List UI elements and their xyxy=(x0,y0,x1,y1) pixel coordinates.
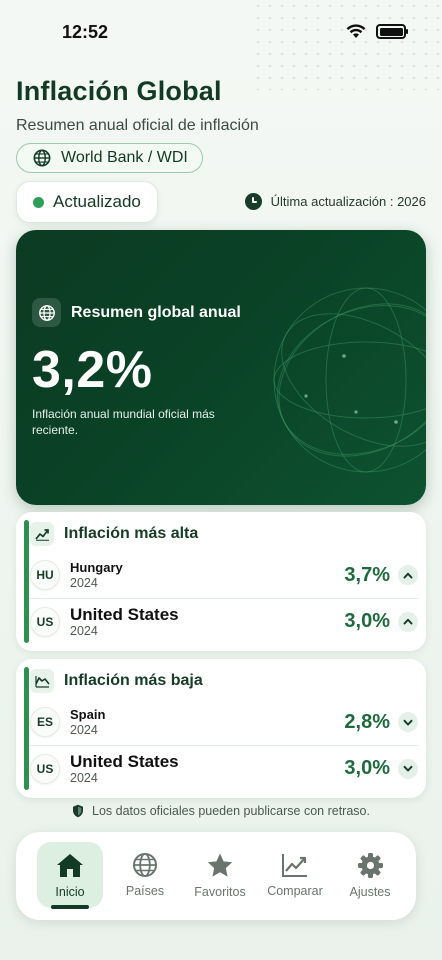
tab-label: Comparar xyxy=(267,884,323,898)
gear-icon xyxy=(357,852,383,878)
globe-icon xyxy=(32,298,61,327)
source-label: World Bank / WDI xyxy=(61,149,188,166)
chevron-up-icon xyxy=(398,611,418,632)
tab-label: Favoritos xyxy=(194,884,246,899)
highest-inflation-card[interactable]: Inflación más alta HU Hungary 2024 3,7% … xyxy=(16,512,426,651)
battery-icon xyxy=(376,24,408,39)
country-code-badge: HU xyxy=(30,560,60,590)
country-code-badge: ES xyxy=(30,707,60,737)
inflation-value: 3,0% xyxy=(344,757,390,779)
page-subtitle: Resumen anual oficial de inflación xyxy=(16,117,259,134)
hero-heading: Resumen global anual xyxy=(32,298,241,327)
country-name: Hungary xyxy=(70,560,123,575)
inflation-value: 3,0% xyxy=(344,610,390,632)
inflation-value: 3,7% xyxy=(344,563,390,586)
accent-bar xyxy=(24,667,29,790)
trending-up-icon xyxy=(30,522,54,546)
card-heading-label: Inflación más baja xyxy=(64,672,203,689)
accent-bar xyxy=(24,520,29,643)
tab-label: Inicio xyxy=(55,884,85,899)
hero-description: Inflación anual mundial oficial más reci… xyxy=(32,407,215,437)
tab-inicio[interactable]: Inicio xyxy=(37,842,103,909)
lowest-inflation-card[interactable]: Inflación más baja ES Spain 2024 2,8% US… xyxy=(16,659,426,798)
bottom-tab-bar: Inicio Países Favoritos Comparar Ajustes xyxy=(16,832,416,920)
card-heading: Inflación más alta xyxy=(30,522,198,546)
active-tab-indicator xyxy=(51,905,89,909)
source-pill[interactable]: World Bank / WDI xyxy=(16,143,203,173)
country-code-badge: US xyxy=(30,606,60,637)
country-name: United States xyxy=(70,752,179,771)
tab-favoritos[interactable]: Favoritos xyxy=(187,842,253,908)
globe-icon xyxy=(133,853,157,877)
list-item[interactable]: US United States 2024 3,0% xyxy=(30,598,418,644)
hero-heading-label: Resumen global anual xyxy=(71,303,241,321)
tab-paises[interactable]: Países xyxy=(112,842,178,908)
country-year: 2024 xyxy=(70,771,98,785)
chart-icon xyxy=(282,854,307,877)
global-summary-card[interactable]: Resumen global anual 3,2% Inflación anua… xyxy=(16,230,426,505)
last-update: Última actualización : 2026 xyxy=(244,193,426,210)
inflation-value: 2,8% xyxy=(344,710,390,733)
last-update-label: Última actualización : 2026 xyxy=(270,194,426,209)
status-time: 12:52 xyxy=(62,22,109,42)
tab-label: Ajustes xyxy=(349,884,391,899)
page-title: Inflación Global xyxy=(16,76,222,106)
clock-icon xyxy=(244,193,262,210)
list-item[interactable]: US United States 2024 3,0% xyxy=(30,745,418,791)
tab-ajustes[interactable]: Ajustes xyxy=(337,842,403,908)
tab-label: Países xyxy=(125,884,165,898)
country-name: Spain xyxy=(70,707,106,722)
area-chart-icon xyxy=(30,669,54,693)
status-label: Actualizado xyxy=(53,192,141,211)
status-bar: 12:52 xyxy=(0,0,442,60)
country-code-badge: US xyxy=(30,753,60,784)
globe-decoration xyxy=(273,287,426,473)
card-heading: Inflación más baja xyxy=(30,669,203,693)
chevron-up-icon xyxy=(398,565,418,585)
star-icon xyxy=(207,853,233,877)
country-year: 2024 xyxy=(70,624,98,638)
chevron-down-icon xyxy=(398,712,418,732)
global-inflation-value: 3,2% xyxy=(32,341,153,399)
wifi-icon xyxy=(346,24,366,38)
card-heading-label: Inflación más alta xyxy=(64,525,199,542)
status-badge: Actualizado xyxy=(16,181,158,223)
globe-icon xyxy=(33,149,51,167)
list-item[interactable]: HU Hungary 2024 3,7% xyxy=(30,552,418,598)
status-dot xyxy=(33,196,44,208)
data-delay-note: Los datos oficiales pueden publicarse co… xyxy=(0,804,442,818)
country-year: 2024 xyxy=(70,723,98,737)
list-item[interactable]: ES Spain 2024 2,8% xyxy=(30,699,418,745)
country-year: 2024 xyxy=(70,576,98,590)
tab-comparar[interactable]: Comparar xyxy=(262,842,328,908)
country-name: United States xyxy=(70,605,179,624)
chevron-down-icon xyxy=(398,758,418,779)
home-icon xyxy=(57,853,83,877)
shield-icon xyxy=(73,804,84,818)
status-icons xyxy=(346,24,408,39)
note-text: Los datos oficiales pueden publicarse co… xyxy=(92,804,370,818)
